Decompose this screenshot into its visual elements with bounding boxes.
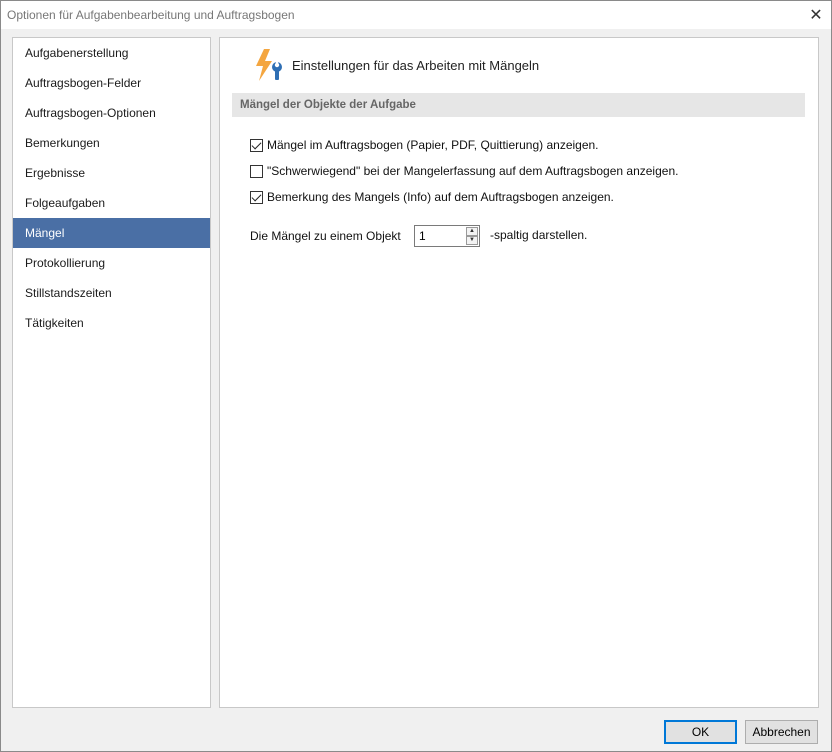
sidebar-item-taetigkeiten[interactable]: Tätigkeiten	[13, 308, 210, 338]
chevron-down-icon: ▼	[469, 237, 475, 243]
sidebar-item-auftragsbogen-optionen[interactable]: Auftragsbogen-Optionen	[13, 98, 210, 128]
sidebar-item-label: Stillstandszeiten	[25, 286, 112, 300]
section-heading: Mängel der Objekte der Aufgabe	[232, 93, 805, 117]
show-remark-label: Bemerkung des Mangels (Info) auf dem Auf…	[267, 190, 614, 204]
stepper-down-button[interactable]: ▼	[466, 236, 478, 245]
sidebar-item-label: Tätigkeiten	[25, 316, 84, 330]
sidebar-item-stillstandszeiten[interactable]: Stillstandszeiten	[13, 278, 210, 308]
chevron-up-icon: ▲	[469, 228, 475, 234]
sidebar-item-label: Aufgabenerstellung	[25, 46, 129, 60]
sidebar-item-label: Protokollierung	[25, 256, 106, 270]
option-show-severe-row[interactable]: "Schwerwiegend" bei der Mangelerfassung …	[250, 162, 678, 180]
sidebar-item-label: Auftragsbogen-Felder	[25, 76, 142, 90]
lightning-wrench-icon	[256, 49, 282, 81]
option-show-defects-row[interactable]: Mängel im Auftragsbogen (Papier, PDF, Qu…	[250, 136, 599, 154]
window-title: Optionen für Aufgabenbearbeitung und Auf…	[7, 8, 295, 22]
sidebar-item-label: Mängel	[25, 226, 65, 240]
show-severe-label: "Schwerwiegend" bei der Mangelerfassung …	[267, 164, 679, 178]
sidebar-item-label: Folgeaufgaben	[25, 196, 106, 210]
option-show-remark-row[interactable]: Bemerkung des Mangels (Info) auf dem Auf…	[250, 188, 614, 206]
columns-suffix-label: -spaltig darstellen.	[490, 228, 588, 242]
category-list: Aufgabenerstellung Auftragsbogen-Felder …	[12, 37, 211, 708]
show-defects-label: Mängel im Auftragsbogen (Papier, PDF, Qu…	[267, 138, 599, 152]
columns-stepper[interactable]: ▲ ▼	[414, 225, 480, 247]
cancel-button-label: Abbrechen	[752, 725, 811, 739]
sidebar-item-auftragsbogen-felder[interactable]: Auftragsbogen-Felder	[13, 68, 210, 98]
show-remark-checkbox[interactable]	[250, 190, 263, 204]
ok-button-label: OK	[691, 725, 710, 739]
sidebar-item-label: Bemerkungen	[25, 136, 100, 150]
panel-title: Einstellungen für das Arbeiten mit Mänge…	[292, 57, 540, 73]
options-dialog: Optionen für Aufgabenbearbeitung und Auf…	[0, 0, 832, 752]
cancel-button[interactable]: Abbrechen	[745, 720, 818, 744]
sidebar-item-label: Ergebnisse	[25, 166, 86, 180]
close-icon: ✕	[809, 7, 823, 24]
sidebar-item-maengel[interactable]: Mängel	[13, 218, 210, 248]
sidebar-item-protokollierung[interactable]: Protokollierung	[13, 248, 210, 278]
panel-header: Einstellungen für das Arbeiten mit Mänge…	[250, 47, 539, 83]
title-bar: Optionen für Aufgabenbearbeitung und Auf…	[1, 1, 831, 29]
sidebar-item-bemerkungen[interactable]: Bemerkungen	[13, 128, 210, 158]
columns-input[interactable]	[417, 228, 463, 244]
ok-button[interactable]: OK	[664, 720, 737, 744]
sidebar-item-ergebnisse[interactable]: Ergebnisse	[13, 158, 210, 188]
columns-prefix-label: Die Mängel zu einem Objekt	[250, 229, 401, 243]
sidebar-item-aufgabenerstellung[interactable]: Aufgabenerstellung	[13, 38, 210, 68]
columns-setting: Die Mängel zu einem Objekt ▲ ▼ -spaltig …	[250, 225, 587, 247]
show-severe-checkbox[interactable]	[250, 164, 263, 178]
show-defects-checkbox[interactable]	[250, 138, 263, 152]
settings-panel: Einstellungen für das Arbeiten mit Mänge…	[219, 37, 819, 708]
stepper-up-button[interactable]: ▲	[466, 227, 478, 236]
close-button[interactable]: ✕	[801, 1, 831, 29]
sidebar-item-folgeaufgaben[interactable]: Folgeaufgaben	[13, 188, 210, 218]
sidebar-item-label: Auftragsbogen-Optionen	[25, 106, 156, 120]
